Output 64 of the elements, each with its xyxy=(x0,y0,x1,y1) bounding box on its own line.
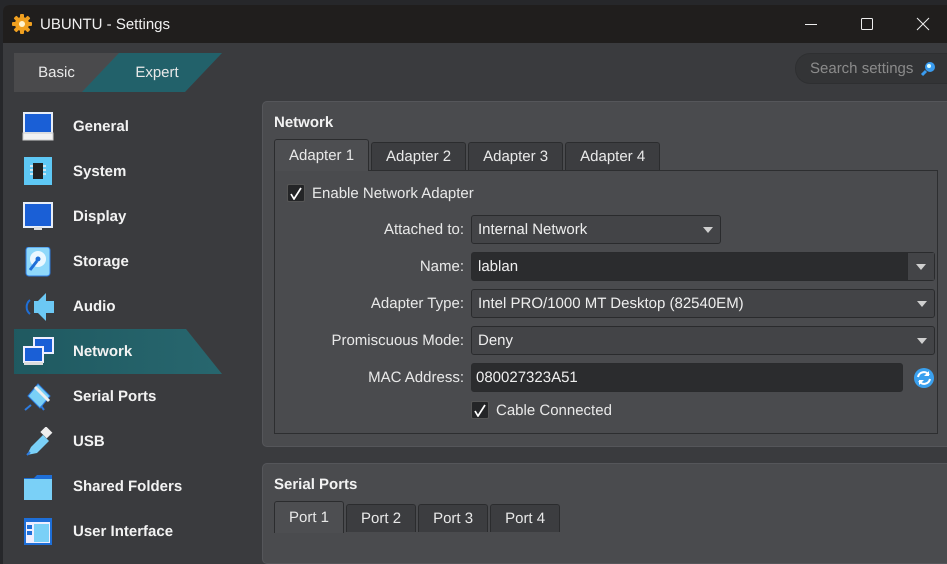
monitor-icon xyxy=(22,202,56,232)
tab[interactable]: Port 4 xyxy=(490,504,560,532)
dropdown-value: Internal Network xyxy=(478,221,588,238)
tab[interactable]: Port 3 xyxy=(418,504,488,532)
sidebar-label: General xyxy=(73,118,129,135)
tab[interactable]: Port 1 xyxy=(274,501,344,533)
field-label: Name: xyxy=(418,258,465,275)
refresh-icon[interactable] xyxy=(913,366,935,388)
gear-icon xyxy=(12,14,32,34)
tab[interactable]: Port 2 xyxy=(346,504,416,532)
field-label: MAC Address: xyxy=(367,369,465,386)
sidebar-item[interactable]: Display xyxy=(14,194,222,239)
dropdown-value: Deny xyxy=(478,332,514,349)
sidebar-label: Network xyxy=(73,343,132,360)
sidebar-label: Display xyxy=(73,208,126,225)
monitor-icon xyxy=(22,112,56,142)
checkbox-label[interactable]: Cable Connected xyxy=(496,402,612,418)
tab[interactable]: Adapter 4 xyxy=(565,142,660,170)
sidebar-item[interactable]: Shared Folders xyxy=(14,464,222,509)
sidebar-label: User Interface xyxy=(73,523,174,540)
dropdown-button[interactable] xyxy=(907,253,934,280)
dropdown-arrow-icon xyxy=(703,226,713,232)
sidebar-label: USB xyxy=(73,433,105,450)
sidebar-label: System xyxy=(73,163,126,180)
sidebar-label: Storage xyxy=(73,253,129,270)
sidebar-label: Serial Ports xyxy=(73,388,156,405)
monitors-icon xyxy=(22,336,56,366)
sidebar-item[interactable]: USB xyxy=(14,419,222,464)
close-icon xyxy=(915,17,931,31)
tab[interactable]: Adapter 1 xyxy=(274,139,370,171)
section-title: Serial Ports xyxy=(274,476,358,493)
dropdown-arrow-icon xyxy=(917,300,927,306)
dropdown[interactable]: Deny xyxy=(471,326,935,355)
checkbox-label[interactable]: Enable Network Adapter xyxy=(312,184,474,202)
search-icon[interactable] xyxy=(920,60,936,76)
dropdown-arrow-icon xyxy=(916,264,926,270)
field-label: Adapter Type: xyxy=(370,295,465,312)
tab[interactable]: Adapter 3 xyxy=(468,142,564,170)
input-field[interactable]: 080027323A51 xyxy=(471,363,903,392)
combo-field[interactable]: lablan xyxy=(471,252,935,281)
search-field[interactable]: Search settings xyxy=(810,60,914,77)
tab[interactable]: Adapter 2 xyxy=(371,142,466,170)
sidebar-item[interactable]: Serial Ports xyxy=(14,374,222,419)
field-label: Promiscuous Mode: xyxy=(330,332,465,349)
window-title: UBUNTU - Settings xyxy=(40,16,172,32)
sidebar-item[interactable]: General xyxy=(14,104,222,149)
dropdown-arrow-icon xyxy=(917,338,927,344)
maximize-icon xyxy=(859,17,875,31)
combo-value: lablan xyxy=(478,258,518,275)
search-box[interactable]: Search settings xyxy=(795,53,947,84)
sidebar-item[interactable]: Audio xyxy=(14,284,222,329)
dropdown[interactable]: Internal Network xyxy=(471,215,721,244)
dropdown-value: Intel PRO/1000 MT Desktop (82540EM) xyxy=(478,295,744,312)
sidebar-item[interactable]: User Interface xyxy=(14,509,222,554)
checkbox[interactable] xyxy=(287,184,305,202)
field-label: Attached to: xyxy=(382,221,465,238)
sidebar-item[interactable]: System xyxy=(14,149,222,194)
sidebar-label: Audio xyxy=(73,298,116,315)
sidebar-item[interactable]: Storage xyxy=(14,239,222,284)
sidebar-label: Shared Folders xyxy=(73,478,182,495)
section-title: Network xyxy=(274,114,334,131)
dropdown[interactable]: Intel PRO/1000 MT Desktop (82540EM) xyxy=(471,289,935,318)
checkbox[interactable] xyxy=(471,401,489,419)
sidebar-item[interactable]: Network xyxy=(14,329,222,374)
